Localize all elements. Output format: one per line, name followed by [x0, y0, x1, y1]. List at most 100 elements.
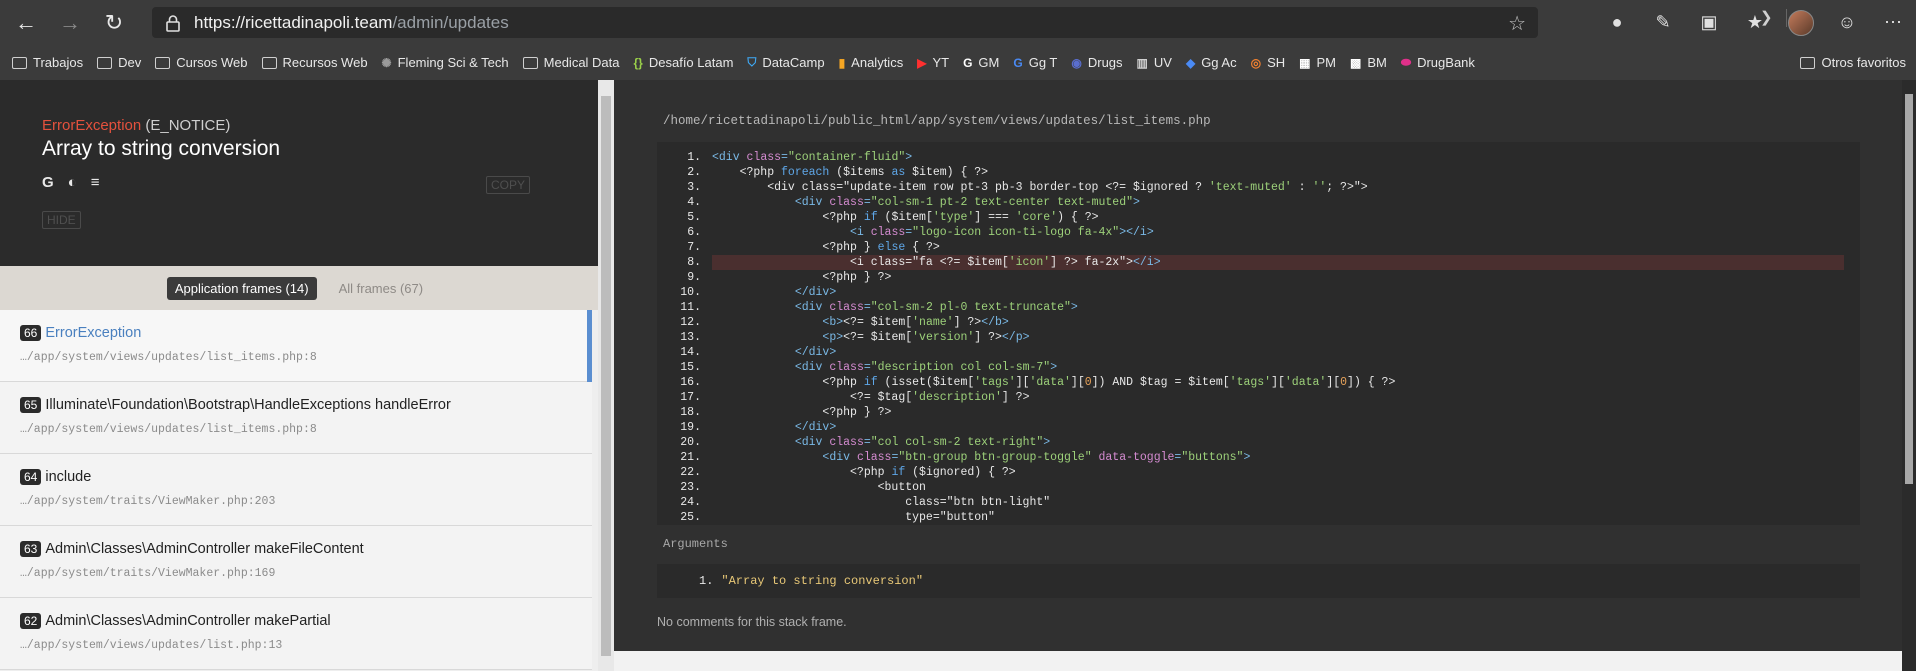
frames-scrollbar[interactable] [598, 80, 614, 671]
bookmark-item[interactable]: G Gg T [1013, 55, 1057, 70]
frame-title: 64 include [20, 468, 592, 486]
frame-number: 64 [20, 468, 42, 485]
toolbar-extensions: ● ✎ ▣ ★ ☺ ⋯ [1594, 0, 1916, 45]
code-line: 12. <b><?= $item['name'] ?></b> [680, 316, 1009, 329]
address-bar[interactable]: https://ricettadinapoli.team/admin/updat… [152, 7, 1538, 38]
code-line: 17. <?= $tag['description'] ?> [680, 391, 1030, 404]
bookmark-item[interactable]: ▦ PM [1299, 55, 1336, 70]
bookmark-label: Cursos Web [176, 55, 248, 70]
pen-icon[interactable]: ✎ [1640, 12, 1686, 33]
stack-frame[interactable]: 63 Admin\Classes\AdminController makeFile… [0, 526, 592, 598]
folder-icon [12, 56, 27, 69]
bookmark-item[interactable]: ✺ Fleming Sci & Tech [382, 55, 509, 70]
duckduckgo-icon[interactable]: ◐ [68, 174, 77, 191]
other-favorites[interactable]: Otros favoritos [1800, 45, 1906, 80]
bookmark-label: Gg Ac [1201, 55, 1237, 70]
bookmark-item[interactable]: ◆ Gg Ac [1186, 55, 1237, 70]
code-line: 23. <button [680, 481, 926, 494]
folder-icon [1800, 56, 1816, 69]
stack-frame[interactable]: 62 Admin\Classes\AdminController makePart… [0, 598, 592, 670]
error-sidebar: ErrorException (E_NOTICE) Array to strin… [0, 80, 598, 671]
gear-icon: ✺ [381, 55, 392, 70]
bookmark-item[interactable]: ▩ BM [1350, 55, 1387, 70]
extension-icon[interactable]: ● [1594, 12, 1640, 33]
stack-frame[interactable]: 65 Illuminate\Foundation\Bootstrap\Handle… [0, 382, 592, 454]
star-icon[interactable]: ☆ [1508, 11, 1526, 36]
braces-icon: {} [633, 55, 643, 70]
tab-all-frames[interactable]: All frames (67) [331, 277, 432, 300]
stack-frame[interactable]: 64 include …/app/system/traits/ViewMaker.p… [0, 454, 592, 526]
bookmark-label: Dev [118, 55, 142, 70]
folder-icon [522, 56, 538, 69]
browser-chrome: ← → ↻ https://ricettadinapoli.team/admin… [0, 0, 1916, 80]
shield-icon: ⛉ [747, 55, 757, 69]
code-line: 3. <div class="update-item row pt-3 pb-3… [687, 181, 1368, 194]
bookmark-item[interactable]: ▥ UV [1137, 55, 1172, 70]
arguments-title: Arguments [663, 537, 728, 551]
code-line: 10. </div> [680, 286, 837, 299]
page-scrollbar[interactable] [1902, 80, 1916, 671]
code-line: 7. <?php } else { ?> [687, 241, 940, 254]
tab-application-frames[interactable]: Application frames (14) [166, 276, 317, 300]
bar-chart-icon: ▮ [838, 55, 846, 70]
bookmark-item[interactable]: Medical Data [522, 55, 620, 70]
frame-class: Illuminate\Foundation\Bootstrap\HandleEx… [45, 396, 451, 413]
profile-icon[interactable] [1778, 9, 1824, 36]
scrollbar-thumb[interactable] [1905, 94, 1913, 484]
bookmark-label: Desafío Latam [648, 55, 734, 70]
stackoverflow-icon[interactable]: ≡ [91, 174, 100, 191]
reload-icon[interactable]: ↻ [96, 5, 132, 41]
frame-title: 65 Illuminate\Foundation\Bootstrap\Handle… [20, 396, 592, 414]
arguments-box: 1. "Array to string conversion" [657, 564, 1860, 598]
code-panel: /home/ricettadinapoli/public_html/app/sy… [614, 80, 1902, 651]
other-favorites-label: Otros favoritos [1821, 55, 1906, 70]
folder-icon [155, 56, 171, 69]
browser-toolbar: ← → ↻ https://ricettadinapoli.team/admin… [0, 0, 1916, 45]
hide-button[interactable]: HIDE [42, 211, 81, 229]
bookmark-label: PM [1316, 55, 1337, 70]
bookmark-label: Medical Data [543, 55, 620, 70]
more-icon[interactable]: ⋯ [1870, 12, 1916, 33]
bookmark-item[interactable]: ▶ YT [917, 55, 949, 70]
argument-value: "Array to string conversion" [721, 574, 924, 588]
bookmark-label: Drugs [1087, 55, 1123, 70]
frame-file: …/app/system/traits/ViewMaker.php:203 [20, 495, 276, 508]
copy-button[interactable]: COPY [486, 176, 531, 194]
bookmark-item[interactable]: ▮ Analytics [839, 55, 904, 70]
scrollbar-thumb[interactable] [601, 96, 611, 656]
code-line: 24. class="btn btn-light" [680, 496, 1051, 509]
google-icon[interactable]: G [42, 174, 54, 191]
stack-frame[interactable]: 66 ErrorException …/app/system/views/updat… [0, 310, 592, 382]
bookmark-item[interactable]: ⛉ DataCamp [747, 55, 824, 70]
code-line: 21. <div class="btn-group btn-group-togg… [680, 451, 1251, 464]
translate-icon: G [1013, 55, 1023, 70]
code-line: 1. <div class="container-fluid"> [687, 151, 913, 164]
bookmark-item[interactable]: Dev [97, 55, 141, 70]
url-text: https://ricettadinapoli.team/admin/updat… [194, 12, 509, 32]
code-line: 16. <?php if (isset($item['tags']['data'… [680, 376, 1396, 389]
pip-icon[interactable]: ▣ [1686, 12, 1732, 33]
frame-class: Admin\Classes\AdminController makePartia… [45, 612, 331, 629]
frame-class: include [45, 468, 92, 485]
feedback-icon[interactable]: ☺ [1824, 12, 1870, 33]
code-viewer: 1. <div class="container-fluid"> 2. <?php… [657, 142, 1860, 525]
back-icon[interactable]: ← [8, 5, 44, 41]
bookmark-item[interactable]: Cursos Web [155, 55, 248, 70]
comments-text: No comments for this stack frame. [657, 615, 847, 629]
bookmark-label: Fleming Sci & Tech [397, 55, 509, 70]
bookmark-item[interactable]: G GM [963, 55, 999, 70]
bookmark-item[interactable]: {} Desafío Latam [634, 55, 734, 70]
bookmark-item[interactable]: Trabajos [12, 55, 83, 70]
bookmark-item[interactable]: ⬬ DrugBank [1401, 55, 1475, 70]
code-line: 13. <p><?= $item['version'] ?></p> [680, 331, 1030, 344]
bookmark-label: Analytics [851, 55, 904, 70]
bookmark-item[interactable]: Recursos Web [261, 55, 368, 70]
frame-file: …/app/system/views/updates/list.php:13 [20, 639, 283, 652]
forward-icon[interactable]: → [52, 5, 88, 41]
pill-icon: ⬬ [1400, 55, 1412, 69]
bookmark-label: YT [932, 55, 950, 70]
chevron-right-icon[interactable]: ❯ [1760, 8, 1773, 26]
panel-footer [614, 651, 1902, 671]
bookmark-item[interactable]: ◉ Drugs [1071, 55, 1122, 70]
bookmark-item[interactable]: ◎ SH [1251, 55, 1286, 70]
